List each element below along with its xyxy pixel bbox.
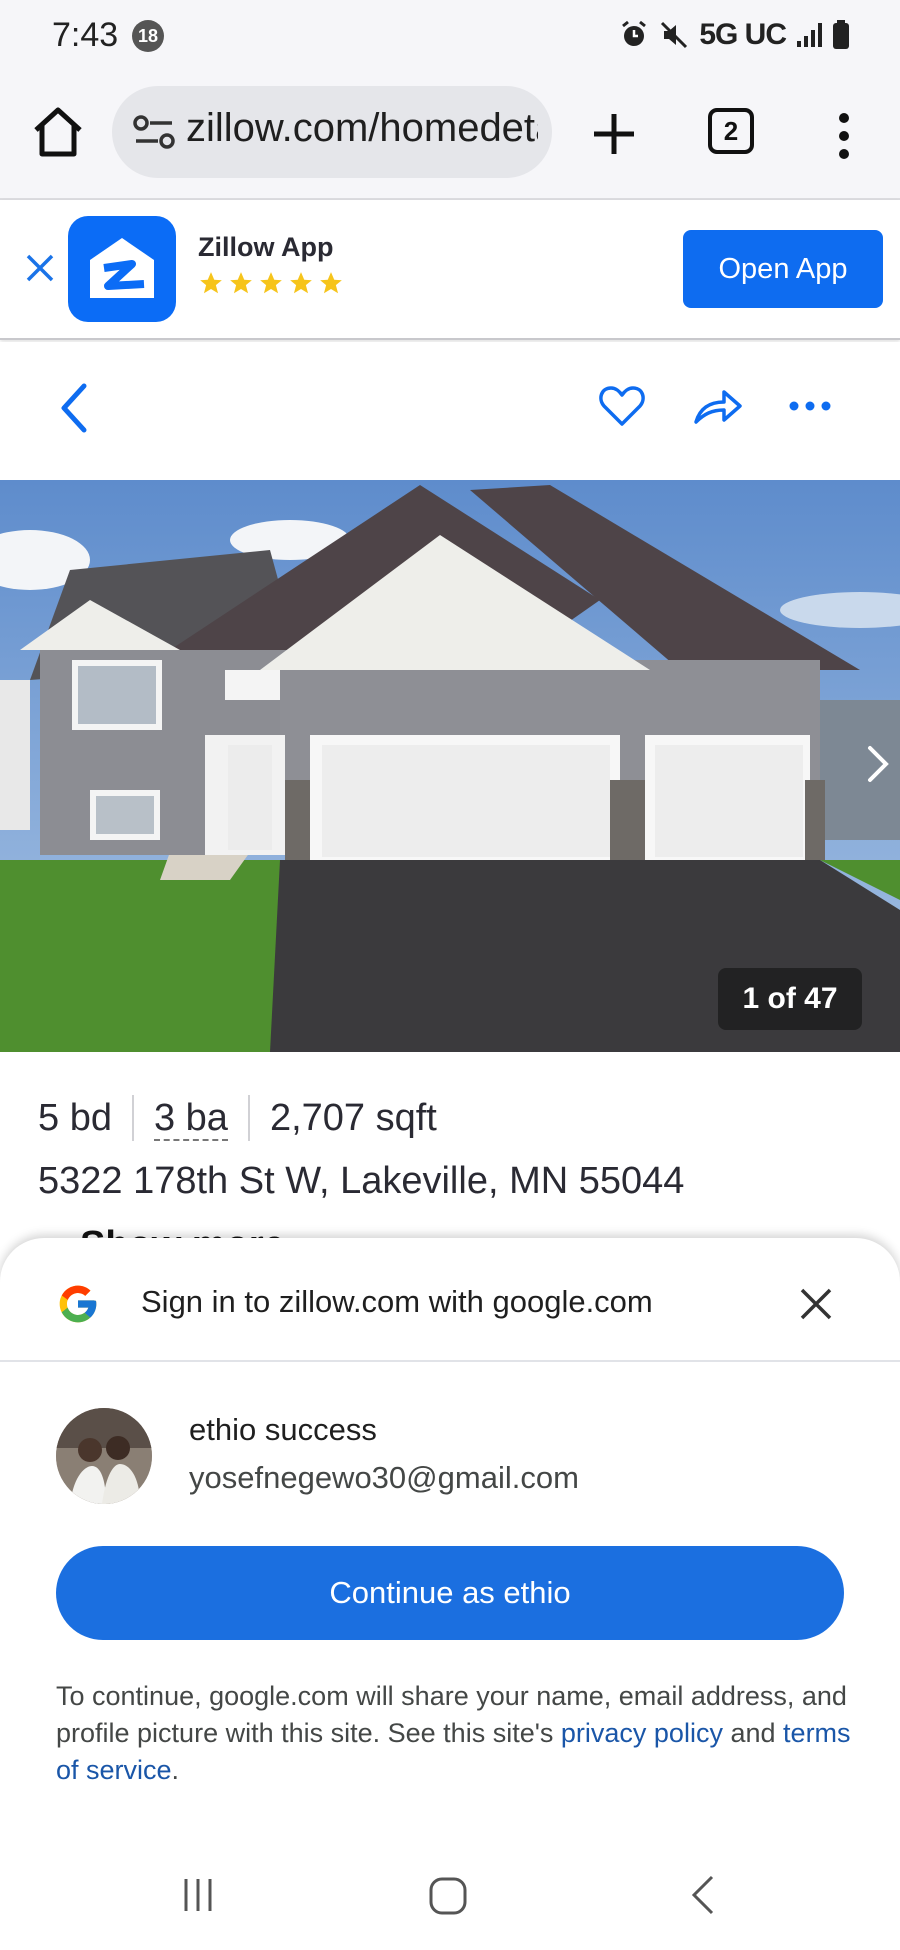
continue-button[interactable]: Continue as ethio (56, 1546, 844, 1640)
star-icon (290, 272, 312, 294)
zillow-logo (68, 216, 176, 322)
system-nav-bar (0, 1840, 900, 1950)
network-label: 5G UC (699, 18, 787, 51)
beds: 5 bd (38, 1096, 112, 1139)
account-name: ethio success (189, 1412, 377, 1447)
star-icon (200, 272, 222, 294)
new-tab-plus-icon[interactable] (586, 106, 642, 162)
status-bar: 7:43 18 5G UC (0, 0, 900, 72)
listing-nav (0, 342, 900, 478)
baths[interactable]: 3 ba (153, 1097, 228, 1141)
sheet-title: Sign in to zillow.com with google.com (141, 1284, 653, 1319)
tab-count-button[interactable]: 2 (708, 108, 754, 154)
star-icon (260, 272, 282, 294)
period: . (171, 1755, 180, 1785)
status-icons: 5G UC (619, 18, 850, 52)
address: 5322 178th St W, Lakeville, MN 55044 (38, 1160, 685, 1202)
app-rating (198, 270, 344, 296)
star-icon (230, 272, 252, 294)
back-chevron-icon[interactable] (54, 380, 94, 436)
disclaimer-text: To continue, google.com will share your … (56, 1681, 847, 1748)
battery-icon (833, 20, 849, 49)
signal-icon (797, 23, 822, 47)
url-text[interactable]: zillow.com/homedetails (186, 106, 538, 151)
recents-icon[interactable] (180, 1876, 216, 1914)
browser-toolbar: zillow.com/homedetails 2 (0, 72, 900, 200)
google-logo-icon (59, 1285, 97, 1323)
open-app-button[interactable]: Open App (683, 230, 883, 308)
photo-counter: 1 of 47 (718, 968, 862, 1030)
listing-photo[interactable]: 1 of 47 (0, 480, 900, 1052)
status-time: 7:43 (52, 16, 119, 54)
close-icon[interactable] (22, 250, 58, 286)
privacy-policy-link[interactable]: privacy policy (561, 1718, 723, 1748)
notification-count-badge: 18 (132, 20, 164, 52)
home-circle-icon[interactable] (428, 1876, 468, 1916)
alarm-icon (622, 20, 647, 46)
avatar (56, 1408, 152, 1504)
star-icon (320, 272, 342, 294)
more-vert-icon[interactable] (826, 106, 862, 166)
and-text: and (730, 1718, 776, 1748)
more-horiz-icon[interactable] (788, 398, 832, 414)
app-name: Zillow App (198, 232, 334, 262)
disclaimer: To continue, google.com will share your … (56, 1678, 856, 1789)
app-install-banner: Zillow App Open App (0, 200, 900, 340)
close-icon[interactable] (798, 1286, 834, 1322)
home-facts: 5 bd 3 ba 2,707 sqft (38, 1090, 457, 1146)
back-icon[interactable] (690, 1874, 716, 1916)
account-email: yosefnegewo30@gmail.com (189, 1460, 579, 1495)
sqft: 2,707 sqft (269, 1096, 437, 1139)
sheet-header: Sign in to zillow.com with google.com (0, 1238, 900, 1362)
site-settings-icon[interactable] (132, 114, 176, 150)
share-icon[interactable] (692, 384, 744, 428)
next-photo-chevron-icon[interactable] (864, 742, 892, 786)
home-icon[interactable] (30, 102, 86, 162)
url-bar[interactable]: zillow.com/homedetails (112, 86, 552, 178)
heart-icon[interactable] (598, 384, 646, 428)
mute-icon (661, 21, 688, 49)
